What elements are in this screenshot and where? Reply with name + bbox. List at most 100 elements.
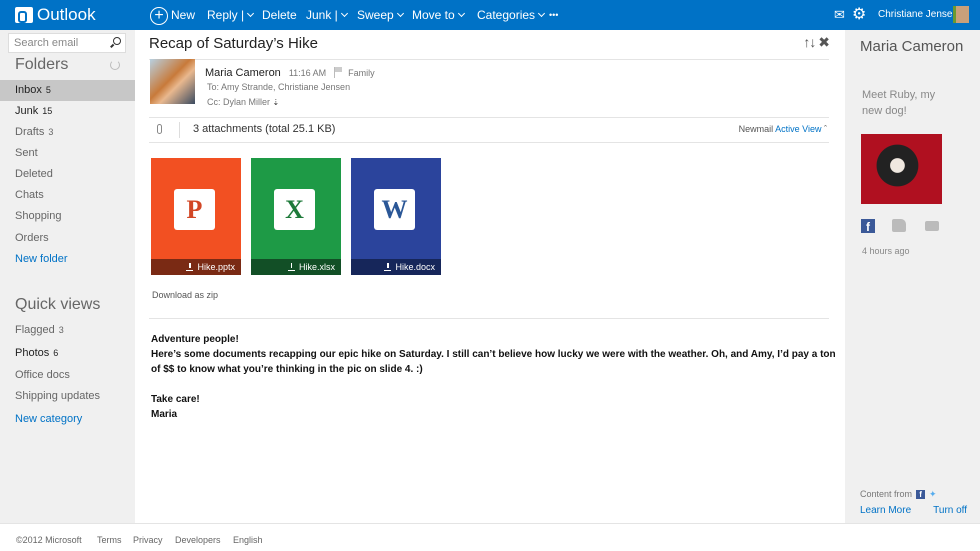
search-icon[interactable] <box>113 37 121 45</box>
comment-icon[interactable] <box>925 221 939 231</box>
attachment-download[interactable]: Hike.docx <box>351 259 441 275</box>
new-button[interactable]: + New <box>150 0 195 30</box>
word-icon: W <box>374 189 415 230</box>
divider <box>149 59 829 60</box>
refresh-icon[interactable] <box>110 60 120 70</box>
sidebar: Search email Folders Inbox 5 Junk 15 Draft… <box>0 30 135 523</box>
messenger-icon[interactable]: ✉ <box>834 0 845 30</box>
top-bar: Outlook + New Reply | Delete Junk | Sweep… <box>0 0 980 30</box>
turn-off-link[interactable]: Turn off <box>933 505 967 516</box>
sender-avatar[interactable] <box>150 59 195 104</box>
developers-link[interactable]: Developers <box>175 535 221 545</box>
social-pane: Maria Cameron Meet Ruby, my new dog! f 4… <box>845 30 980 523</box>
attachment-tile-xlsx[interactable]: X Hike.xlsx <box>251 158 341 275</box>
close-icon[interactable]: ✖ <box>818 34 830 50</box>
new-category-link[interactable]: New category <box>0 409 135 430</box>
divider <box>149 318 829 319</box>
attachments-summary: 3 attachments (total 25.1 KB) <box>193 123 336 135</box>
search-input[interactable]: Search email <box>8 33 126 53</box>
quickview-photos[interactable]: Photos 6 <box>0 343 135 364</box>
folder-shopping[interactable]: Shopping <box>0 206 135 227</box>
folder-inbox[interactable]: Inbox 5 <box>0 80 135 101</box>
attachment-download[interactable]: Hike.xlsx <box>251 259 341 275</box>
next-arrow-icon[interactable]: ↓ <box>809 34 816 50</box>
attachment-tile-docx[interactable]: W Hike.docx <box>351 158 441 275</box>
message-body: Adventure people! Here’s some documents … <box>151 332 841 422</box>
like-icon[interactable] <box>892 219 906 232</box>
sender-line: Maria Cameron 11:16 AM Family <box>205 65 375 79</box>
junk-button[interactable]: Junk | <box>306 0 348 30</box>
more-button[interactable]: ••• <box>549 0 558 30</box>
excel-icon: X <box>274 189 315 230</box>
body-line <box>151 377 841 392</box>
chevron-down-icon <box>247 9 255 18</box>
learn-more-link[interactable]: Learn More <box>860 505 911 516</box>
download-icon <box>384 263 392 271</box>
chevron-down-icon <box>457 9 465 18</box>
download-icon <box>287 263 295 271</box>
reading-pane: Recap of Saturday’s Hike ↑↓ ✖ Maria Came… <box>135 30 845 523</box>
quickview-office-docs[interactable]: Office docs <box>0 365 135 386</box>
user-avatar[interactable] <box>953 6 969 23</box>
paperclip-icon <box>157 124 162 134</box>
download-as-zip-link[interactable]: Download as zip <box>152 290 218 300</box>
folder-drafts[interactable]: Drafts 3 <box>0 122 135 143</box>
folder-sent[interactable]: Sent <box>0 143 135 164</box>
active-view-link[interactable]: Active View <box>775 124 821 134</box>
flag-icon[interactable] <box>334 67 343 78</box>
contact-name[interactable]: Maria Cameron <box>860 37 963 56</box>
quickview-flagged[interactable]: Flagged 3 <box>0 320 135 341</box>
delete-button[interactable]: Delete <box>262 0 297 30</box>
active-view-label: Newmail Active View ˆ <box>738 124 827 134</box>
body-line: Adventure people! <box>151 334 239 345</box>
social-links: Learn More Turn off <box>860 505 967 516</box>
status-update: Meet Ruby, my new dog! <box>862 89 936 117</box>
outlook-logo[interactable]: Outlook <box>15 5 96 25</box>
folder-deleted[interactable]: Deleted <box>0 164 135 185</box>
twitter-icon: ✦ <box>929 489 937 499</box>
footer: ©2012 Microsoft Terms Privacy Developers… <box>0 523 980 551</box>
chevron-down-icon <box>537 9 546 18</box>
attachments-bar: 3 attachments (total 25.1 KB) Newmail Ac… <box>149 118 829 142</box>
status-photo[interactable] <box>861 134 942 204</box>
folder-orders[interactable]: Orders <box>0 228 135 249</box>
quickview-shipping-updates[interactable]: Shipping updates <box>0 386 135 407</box>
cc-recipients: Cc: Dylan Miller ⇣ <box>207 97 280 107</box>
to-recipients: To: Amy Strande, Christiane Jensen <box>207 82 351 92</box>
reply-button[interactable]: Reply | <box>207 0 255 30</box>
facebook-icon[interactable]: f <box>861 219 875 234</box>
body-line: Take care! <box>151 394 200 405</box>
privacy-link[interactable]: Privacy <box>133 535 163 545</box>
quick-views-heading: Quick views <box>15 296 101 313</box>
terms-link[interactable]: Terms <box>97 535 122 545</box>
attachment-tile-pptx[interactable]: P Hike.pptx <box>151 158 241 275</box>
divider <box>179 122 180 138</box>
content-from: Content from f ✦ <box>860 489 937 499</box>
message-subject: Recap of Saturday’s Hike <box>149 35 318 52</box>
new-folder-link[interactable]: New folder <box>0 249 135 270</box>
divider <box>149 142 829 143</box>
post-time: 4 hours ago <box>862 246 910 256</box>
message-category: Family <box>348 68 375 78</box>
facebook-icon: f <box>916 490 926 499</box>
expand-recipients-icon[interactable]: ⇣ <box>273 98 280 107</box>
move-to-button[interactable]: Move to <box>412 0 465 30</box>
chevron-down-icon <box>396 9 404 18</box>
attachment-download[interactable]: Hike.pptx <box>151 259 241 275</box>
folder-junk[interactable]: Junk 15 <box>0 101 135 122</box>
outlook-logo-icon <box>15 7 33 23</box>
sweep-button[interactable]: Sweep <box>357 0 404 30</box>
message-time: 11:16 AM <box>288 68 327 78</box>
categories-button[interactable]: Categories <box>477 0 546 30</box>
message-nav: ↑↓ ✖ <box>803 34 830 51</box>
language-link[interactable]: English <box>233 535 263 545</box>
user-name[interactable]: Christiane Jensen <box>878 0 958 30</box>
powerpoint-icon: P <box>174 189 215 230</box>
body-line: Maria <box>151 409 178 420</box>
download-icon <box>186 263 194 271</box>
sender-name[interactable]: Maria Cameron <box>205 67 281 79</box>
folder-chats[interactable]: Chats <box>0 185 135 206</box>
gear-icon[interactable]: ⚙ <box>852 0 866 30</box>
plus-icon: + <box>150 6 168 25</box>
body-line: Here’s some documents recapping our epic… <box>151 349 836 375</box>
